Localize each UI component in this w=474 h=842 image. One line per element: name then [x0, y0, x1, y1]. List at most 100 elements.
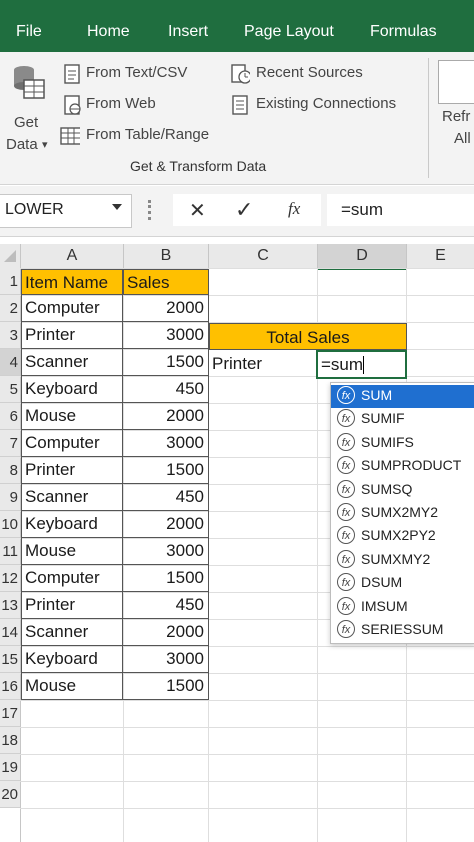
from-text-csv-button[interactable]: From Text/CSV: [60, 62, 220, 86]
row-header-6[interactable]: 6: [0, 403, 20, 430]
autocomplete-item[interactable]: fx SUMSQ: [331, 479, 474, 502]
cell-d4-editing[interactable]: =sum: [316, 350, 407, 379]
row-header-15[interactable]: 15: [0, 646, 20, 673]
table-cell-item[interactable]: Scanner: [21, 484, 123, 511]
formula-input[interactable]: =sum: [327, 194, 474, 226]
column-header-d[interactable]: D: [318, 244, 407, 270]
from-table-range-button[interactable]: From Table/Range: [60, 124, 220, 148]
table-cell-sales[interactable]: 1500: [123, 673, 209, 700]
row-header-7[interactable]: 7: [0, 430, 20, 457]
table-cell-sales[interactable]: 450: [123, 592, 209, 619]
chevron-down-icon[interactable]: [112, 204, 122, 210]
row-header-19[interactable]: 19: [0, 754, 20, 781]
autocomplete-item[interactable]: fx SUMIFS: [331, 432, 474, 455]
row-header-13[interactable]: 13: [0, 592, 20, 619]
resize-handle[interactable]: [148, 200, 154, 220]
table-cell-item[interactable]: Printer: [21, 457, 123, 484]
table-cell-sales[interactable]: 2000: [123, 295, 209, 322]
editing-formula-text: =sum: [321, 355, 364, 374]
table-cell-item[interactable]: Printer: [21, 592, 123, 619]
row-header-20[interactable]: 20: [0, 781, 20, 808]
row-header-11[interactable]: 11: [0, 538, 20, 565]
row-header-10[interactable]: 10: [0, 511, 20, 538]
autocomplete-item[interactable]: fx SUM: [331, 385, 474, 408]
autocomplete-item[interactable]: fx SUMX2MY2: [331, 502, 474, 525]
table-cell-sales[interactable]: 2000: [123, 403, 209, 430]
row-header-16[interactable]: 16: [0, 673, 20, 700]
table-cell-sales[interactable]: 1500: [123, 349, 209, 376]
table-cell-sales[interactable]: 450: [123, 484, 209, 511]
table-cell-sales[interactable]: 1500: [123, 457, 209, 484]
table-cell-sales[interactable]: 450: [123, 376, 209, 403]
grid-line: [20, 781, 474, 782]
table-cell-item[interactable]: Keyboard: [21, 376, 123, 403]
row-header-5[interactable]: 5: [0, 376, 20, 403]
cancel-icon[interactable]: ✕: [189, 198, 206, 223]
table-cell-sales[interactable]: 3000: [123, 646, 209, 673]
table-cell-sales[interactable]: 2000: [123, 619, 209, 646]
row-header-18[interactable]: 18: [0, 727, 20, 754]
table-cell-sales[interactable]: 3000: [123, 430, 209, 457]
row-header-2[interactable]: 2: [0, 295, 20, 322]
row-header-17[interactable]: 17: [0, 700, 20, 727]
autocomplete-item[interactable]: fx SUMXMY2: [331, 549, 474, 572]
get-data-button[interactable]: Get Data ▾: [4, 58, 52, 154]
cell-a1-header[interactable]: Item Name: [21, 269, 123, 295]
tab-home[interactable]: Home: [87, 0, 130, 52]
table-cell-sales[interactable]: 1500: [123, 565, 209, 592]
web-page-icon: [64, 95, 81, 115]
table-cell-item[interactable]: Scanner: [21, 349, 123, 376]
table-cell-item[interactable]: Scanner: [21, 619, 123, 646]
tab-file[interactable]: File: [16, 0, 42, 52]
row-header-14[interactable]: 14: [0, 619, 20, 646]
total-sales-header[interactable]: Total Sales: [209, 323, 407, 350]
tab-formulas[interactable]: Formulas: [370, 0, 437, 52]
table-cell-item[interactable]: Keyboard: [21, 646, 123, 673]
autocomplete-item[interactable]: fx SUMIF: [331, 408, 474, 431]
from-web-button[interactable]: From Web: [60, 93, 220, 117]
table-cell-sales[interactable]: 2000: [123, 511, 209, 538]
existing-connections-button[interactable]: Existing Connections: [228, 93, 418, 117]
cell-b1-header[interactable]: Sales: [123, 269, 209, 295]
autocomplete-item-label: SUMX2PY2: [361, 527, 436, 544]
autocomplete-item[interactable]: fx DSUM: [331, 572, 474, 595]
table-cell-sales[interactable]: 3000: [123, 538, 209, 565]
tab-insert[interactable]: Insert: [168, 0, 208, 52]
table-cell-item[interactable]: Computer: [21, 565, 123, 592]
enter-icon[interactable]: ✓: [235, 197, 253, 223]
table-cell-item[interactable]: Computer: [21, 295, 123, 322]
column-header-c[interactable]: C: [209, 244, 318, 269]
autocomplete-item[interactable]: fx SUMX2PY2: [331, 525, 474, 548]
select-all-corner[interactable]: [0, 244, 21, 269]
row-header-1[interactable]: 1: [0, 268, 20, 295]
table-cell-item[interactable]: Printer: [21, 322, 123, 349]
autocomplete-item[interactable]: fx SERIESSUM: [331, 619, 474, 642]
existing-connections-label: Existing Connections: [256, 95, 397, 112]
table-cell-sales[interactable]: 3000: [123, 322, 209, 349]
table-cell-item[interactable]: Computer: [21, 430, 123, 457]
row-header-12[interactable]: 12: [0, 565, 20, 592]
tab-page-layout[interactable]: Page Layout: [244, 0, 334, 52]
row-header-8[interactable]: 8: [0, 457, 20, 484]
recent-sources-icon: [231, 64, 250, 84]
table-cell-item[interactable]: Mouse: [21, 538, 123, 565]
name-box[interactable]: LOWER: [0, 194, 132, 228]
insert-function-icon[interactable]: fx: [288, 199, 300, 219]
table-cell-item[interactable]: Mouse: [21, 673, 123, 700]
grid-line: [20, 754, 474, 755]
refresh-all-button[interactable]: Refr All: [436, 58, 474, 158]
column-header-e[interactable]: E: [407, 244, 474, 269]
table-cell-item[interactable]: Keyboard: [21, 511, 123, 538]
recent-sources-button[interactable]: Recent Sources: [228, 62, 408, 86]
row-header-4[interactable]: 4: [0, 349, 20, 376]
table-cell-item[interactable]: Mouse: [21, 403, 123, 430]
cell-c4-label[interactable]: Printer: [212, 354, 312, 378]
row-header-3[interactable]: 3: [0, 322, 20, 349]
autocomplete-item[interactable]: fx SUMPRODUCT: [331, 455, 474, 478]
text-file-icon: [64, 64, 80, 84]
column-header-a[interactable]: A: [21, 244, 124, 269]
row-header-9[interactable]: 9: [0, 484, 20, 511]
column-header-b[interactable]: B: [124, 244, 209, 269]
autocomplete-item[interactable]: fx IMSUM: [331, 596, 474, 619]
autocomplete-item-label: SERIESSUM: [361, 621, 444, 637]
